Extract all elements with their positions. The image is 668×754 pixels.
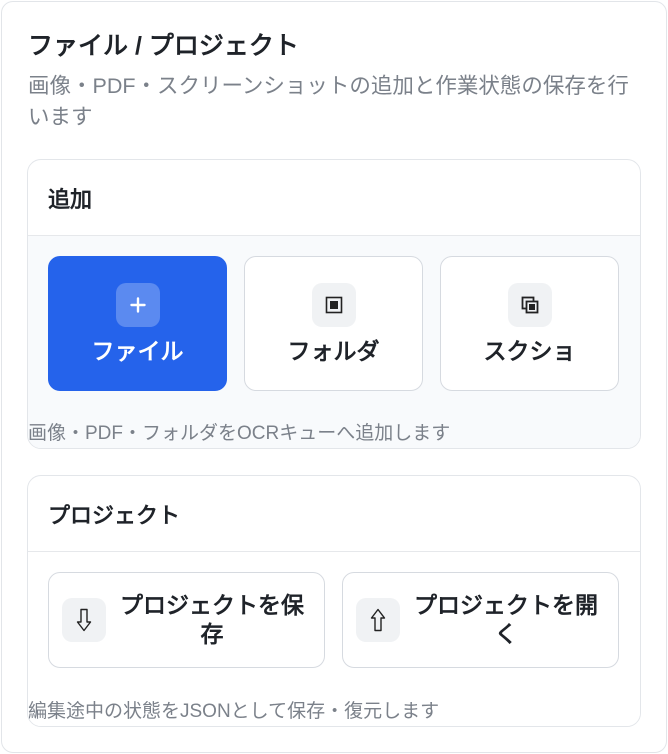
screenshot-icon <box>507 282 552 327</box>
add-section: 追加 ファイル フォルダ スクショ 画像・PDF・フォルダをOCRキューへ追加し… <box>27 159 641 449</box>
add-file-label: ファイル <box>91 337 184 364</box>
file-project-panel: ファイル / プロジェクト 画像・PDF・スクリーンショットの追加と作業状態の保… <box>1 1 667 753</box>
save-project-label: プロジェクトを保存 <box>120 592 304 647</box>
add-screenshot-button[interactable]: スクショ <box>440 256 619 391</box>
project-section: プロジェクト プロジェクトを保存 プロジェクトを開く 編集途中の状態をJSONと… <box>27 475 641 727</box>
add-section-body: ファイル フォルダ スクショ <box>28 236 640 448</box>
download-icon <box>62 598 106 642</box>
save-project-button[interactable]: プロジェクトを保存 <box>48 572 325 668</box>
plus-icon <box>115 282 160 327</box>
add-button-row: ファイル フォルダ スクショ <box>48 256 619 391</box>
upload-icon <box>356 598 400 642</box>
folder-icon <box>311 282 356 327</box>
open-project-label: プロジェクトを開く <box>414 592 598 647</box>
project-section-title: プロジェクト <box>28 476 640 552</box>
add-section-hint: 画像・PDF・フォルダをOCRキューへ追加します <box>28 423 451 444</box>
project-button-row: プロジェクトを保存 プロジェクトを開く <box>48 572 619 668</box>
add-folder-label: フォルダ <box>287 337 380 364</box>
open-project-button[interactable]: プロジェクトを開く <box>342 572 619 668</box>
add-screenshot-label: スクショ <box>483 337 576 364</box>
add-folder-button[interactable]: フォルダ <box>244 256 423 391</box>
panel-title: ファイル / プロジェクト <box>28 32 299 60</box>
project-section-hint: 編集途中の状態をJSONとして保存・復元します <box>28 701 440 722</box>
panel-subtitle: 画像・PDF・スクリーンショットの追加と作業状態の保存を行います <box>28 74 629 129</box>
add-section-title: 追加 <box>28 160 640 236</box>
add-file-button[interactable]: ファイル <box>48 256 227 391</box>
